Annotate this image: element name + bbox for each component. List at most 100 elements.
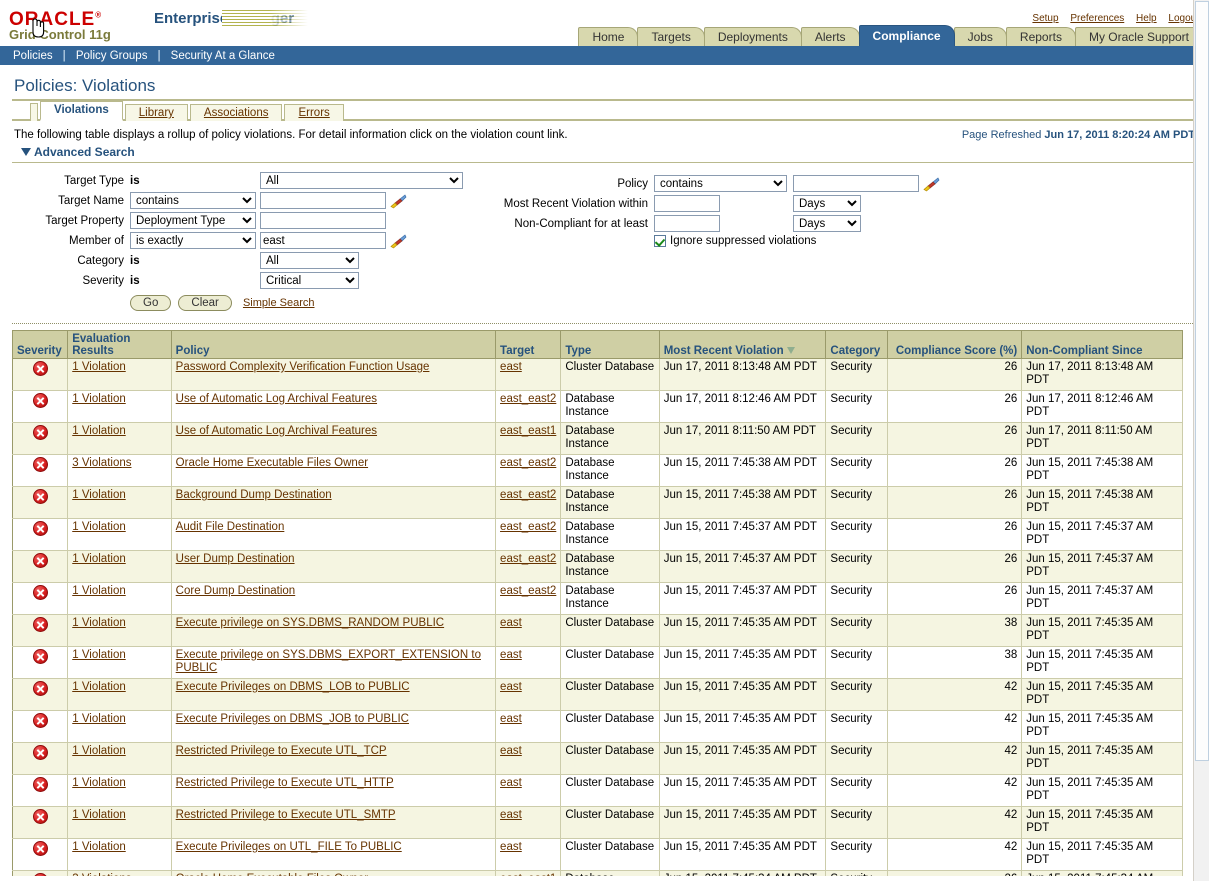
cell-target-link[interactable]: east_east1	[500, 425, 556, 437]
cell-policy[interactable]: Audit File Destination	[171, 519, 495, 551]
tab-deployments[interactable]: Deployments	[704, 27, 802, 46]
cell-policy[interactable]: Use of Automatic Log Archival Features	[171, 391, 495, 423]
cell-evaluation-results-link[interactable]: 1 Violation	[72, 425, 126, 437]
cell-target[interactable]: east_east2	[496, 519, 561, 551]
cell-policy[interactable]: Execute Privileges on DBMS_JOB to PUBLIC	[171, 711, 495, 743]
cell-policy[interactable]: Restricted Privilege to Execute UTL_TCP	[171, 743, 495, 775]
cell-target-link[interactable]: east_east2	[500, 393, 556, 405]
cell-evaluation-results[interactable]: 1 Violation	[68, 423, 171, 455]
cell-evaluation-results[interactable]: 1 Violation	[68, 615, 171, 647]
cell-evaluation-results-link[interactable]: 1 Violation	[72, 393, 126, 405]
cell-policy-link[interactable]: Restricted Privilege to Execute UTL_TCP	[176, 745, 387, 757]
cell-evaluation-results[interactable]: 1 Violation	[68, 679, 171, 711]
col-target[interactable]: Target	[496, 331, 561, 359]
member-of-operator-select[interactable]: is exactly	[130, 232, 256, 249]
col-compliance-score[interactable]: Compliance Score (%)	[887, 331, 1022, 359]
cell-evaluation-results-link[interactable]: 3 Violations	[72, 873, 131, 876]
cell-target[interactable]: east	[496, 807, 561, 839]
cell-target-link[interactable]: east	[500, 809, 522, 821]
subnav-security-at-a-glance[interactable]: Security At a Glance	[171, 50, 275, 62]
cell-evaluation-results-link[interactable]: 1 Violation	[72, 713, 126, 725]
cell-target-link[interactable]: east_east2	[500, 489, 556, 501]
cell-policy-link[interactable]: Execute privilege on SYS.DBMS_RANDOM PUB…	[176, 617, 444, 629]
cell-evaluation-results-link[interactable]: 1 Violation	[72, 521, 126, 533]
policy-input[interactable]	[793, 175, 919, 192]
subtab-library-link[interactable]: Library	[139, 107, 174, 119]
cell-target-link[interactable]: east	[500, 841, 522, 853]
cell-evaluation-results[interactable]: 1 Violation	[68, 391, 171, 423]
cell-policy[interactable]: Oracle Home Executable Files Owner	[171, 455, 495, 487]
non-compliant-input[interactable]	[654, 215, 720, 232]
cell-policy-link[interactable]: Use of Automatic Log Archival Features	[176, 425, 377, 437]
cell-evaluation-results[interactable]: 1 Violation	[68, 551, 171, 583]
most-recent-violation-unit-select[interactable]: Days	[793, 195, 861, 212]
cell-policy[interactable]: Restricted Privilege to Execute UTL_HTTP	[171, 775, 495, 807]
cell-target[interactable]: east_east2	[496, 455, 561, 487]
subtab-library[interactable]: Library	[125, 104, 188, 121]
cell-evaluation-results[interactable]: 3 Violations	[68, 871, 171, 877]
most-recent-violation-input[interactable]	[654, 195, 720, 212]
cell-target-link[interactable]: east_east2	[500, 457, 556, 469]
cell-policy[interactable]: Execute privilege on SYS.DBMS_RANDOM PUB…	[171, 615, 495, 647]
cell-evaluation-results[interactable]: 1 Violation	[68, 839, 171, 871]
cell-evaluation-results-link[interactable]: 1 Violation	[72, 809, 126, 821]
col-category[interactable]: Category	[826, 331, 887, 359]
page-scrollbar[interactable]	[1193, 0, 1209, 881]
simple-search-link[interactable]: Simple Search	[243, 297, 315, 309]
cell-target[interactable]: east	[496, 615, 561, 647]
cell-policy[interactable]: Background Dump Destination	[171, 487, 495, 519]
cell-policy[interactable]: Execute Privileges on UTL_FILE To PUBLIC	[171, 839, 495, 871]
tab-home[interactable]: Home	[578, 27, 638, 46]
cell-policy[interactable]: Execute Privileges on DBMS_LOB to PUBLIC	[171, 679, 495, 711]
cell-target[interactable]: east	[496, 359, 561, 391]
cell-evaluation-results-link[interactable]: 1 Violation	[72, 489, 126, 501]
tab-alerts[interactable]: Alerts	[801, 27, 860, 46]
cell-evaluation-results-link[interactable]: 1 Violation	[72, 361, 126, 373]
cell-evaluation-results[interactable]: 1 Violation	[68, 807, 171, 839]
cell-policy-link[interactable]: Restricted Privilege to Execute UTL_SMTP	[176, 809, 396, 821]
cell-policy-link[interactable]: Background Dump Destination	[176, 489, 332, 501]
cell-policy-link[interactable]: Execute Privileges on UTL_FILE To PUBLIC	[176, 841, 402, 853]
cell-evaluation-results-link[interactable]: 1 Violation	[72, 777, 126, 789]
cell-evaluation-results-link[interactable]: 1 Violation	[72, 745, 126, 757]
cell-evaluation-results[interactable]: 1 Violation	[68, 775, 171, 807]
cell-policy[interactable]: Execute privilege on SYS.DBMS_EXPORT_EXT…	[171, 647, 495, 679]
cell-policy-link[interactable]: Execute privilege on SYS.DBMS_EXPORT_EXT…	[176, 649, 481, 674]
cell-evaluation-results[interactable]: 1 Violation	[68, 743, 171, 775]
cell-target-link[interactable]: east	[500, 777, 522, 789]
subnav-policy-groups[interactable]: Policy Groups	[76, 50, 148, 62]
cell-policy[interactable]: Use of Automatic Log Archival Features	[171, 423, 495, 455]
ignore-suppressed-violations[interactable]: Ignore suppressed violations	[654, 235, 940, 247]
cell-evaluation-results-link[interactable]: 1 Violation	[72, 553, 126, 565]
cell-evaluation-results[interactable]: 3 Violations	[68, 455, 171, 487]
tab-targets[interactable]: Targets	[637, 27, 704, 46]
cell-evaluation-results[interactable]: 1 Violation	[68, 519, 171, 551]
cell-policy-link[interactable]: Password Complexity Verification Functio…	[176, 361, 430, 373]
cell-policy-link[interactable]: Core Dump Destination	[176, 585, 296, 597]
cell-target-link[interactable]: east	[500, 617, 522, 629]
cell-evaluation-results-link[interactable]: 1 Violation	[72, 841, 126, 853]
col-non-compliant-since[interactable]: Non-Compliant Since	[1022, 331, 1183, 359]
cell-target-link[interactable]: east	[500, 681, 522, 693]
cell-policy-link[interactable]: Oracle Home Executable Files Owner	[176, 457, 368, 469]
flashlight-search-icon-member[interactable]	[389, 233, 407, 249]
cell-policy[interactable]: Oracle Home Executable Files Owner	[171, 871, 495, 877]
cell-evaluation-results[interactable]: 1 Violation	[68, 359, 171, 391]
cell-target-link[interactable]: east_east2	[500, 585, 556, 597]
cell-policy[interactable]: User Dump Destination	[171, 551, 495, 583]
cell-policy[interactable]: Password Complexity Verification Functio…	[171, 359, 495, 391]
cell-evaluation-results-link[interactable]: 1 Violation	[72, 617, 126, 629]
cell-evaluation-results[interactable]: 1 Violation	[68, 487, 171, 519]
ignore-suppressed-checkbox[interactable]	[654, 235, 666, 247]
cell-policy-link[interactable]: Execute Privileges on DBMS_JOB to PUBLIC	[176, 713, 409, 725]
cell-target[interactable]: east_east2	[496, 487, 561, 519]
col-type[interactable]: Type	[561, 331, 659, 359]
cell-target-link[interactable]: east_east2	[500, 521, 556, 533]
col-most-recent-violation[interactable]: Most Recent Violation	[659, 331, 826, 359]
cell-evaluation-results[interactable]: 1 Violation	[68, 583, 171, 615]
subtab-associations-link[interactable]: Associations	[204, 107, 269, 119]
category-select[interactable]: All	[260, 252, 359, 269]
cell-target-link[interactable]: east	[500, 745, 522, 757]
cell-target[interactable]: east	[496, 775, 561, 807]
clear-button[interactable]: Clear	[178, 295, 231, 311]
